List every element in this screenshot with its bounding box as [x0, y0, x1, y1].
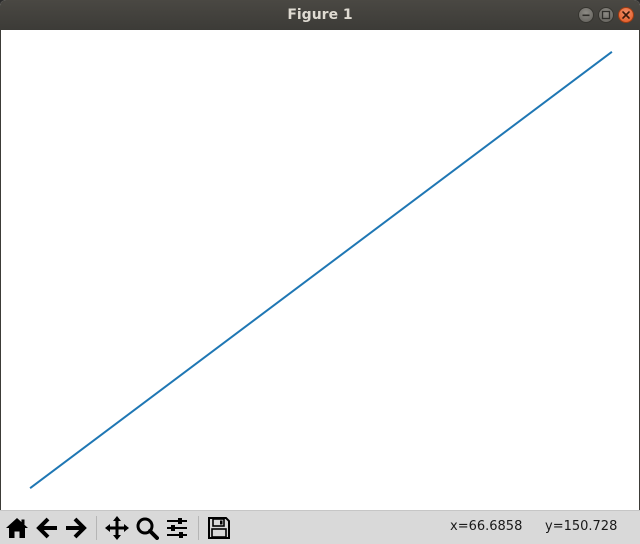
navigation-toolbar: x=66.6858 y=150.728 [0, 510, 640, 544]
cursor-y-readout: y=150.728 [545, 519, 618, 534]
maximize-icon [601, 10, 611, 20]
back-arrow-icon [36, 517, 57, 539]
configure-subplots-button[interactable] [163, 514, 191, 542]
home-icon [6, 518, 28, 538]
back-button[interactable] [33, 514, 61, 542]
zoom-icon [136, 517, 159, 540]
minimize-button[interactable] [578, 7, 594, 23]
save-button[interactable] [205, 514, 233, 542]
home-button[interactable] [3, 514, 31, 542]
cursor-x-readout: x=66.6858 [450, 519, 523, 534]
save-icon [208, 517, 230, 539]
window-title: Figure 1 [287, 7, 353, 23]
figure-window: Figure 1 x=66.6858 y=150.728 [0, 0, 640, 544]
title-bar[interactable]: Figure 1 [0, 0, 640, 30]
toolbar-separator [96, 516, 97, 540]
plot-svg [29, 51, 613, 489]
forward-button[interactable] [62, 514, 90, 542]
close-icon [622, 11, 630, 19]
forward-arrow-icon [66, 517, 87, 539]
zoom-button[interactable] [133, 514, 161, 542]
configure-subplots-icon [167, 518, 187, 538]
pan-icon [105, 516, 129, 540]
plot-canvas[interactable] [0, 30, 640, 510]
close-button[interactable] [618, 7, 634, 23]
series-line [29, 51, 613, 489]
maximize-button[interactable] [598, 7, 614, 23]
minimize-icon [582, 14, 590, 17]
pan-button[interactable] [103, 514, 131, 542]
toolbar-separator [198, 516, 199, 540]
